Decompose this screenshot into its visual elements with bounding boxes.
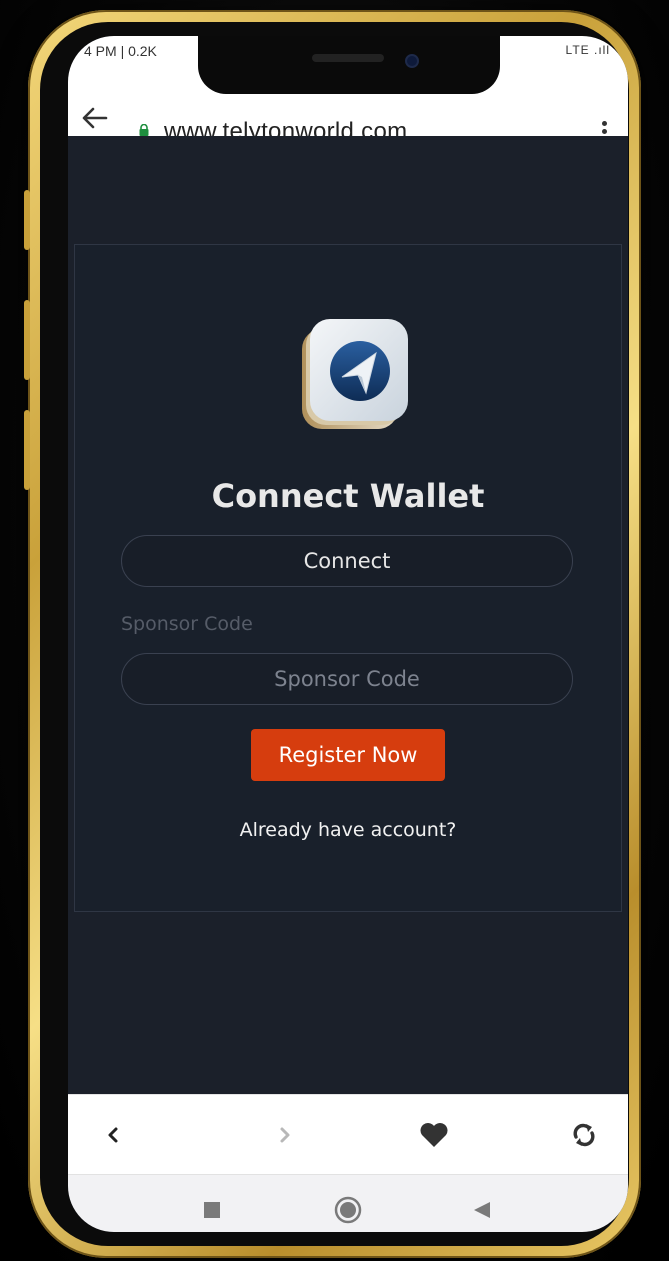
triangle-back-icon[interactable]: [472, 1200, 492, 1220]
notch: [198, 36, 500, 94]
sponsor-code-label: Sponsor Code: [121, 613, 253, 635]
system-navigation-bar: [68, 1174, 628, 1232]
chevron-right-icon[interactable]: [276, 1126, 294, 1144]
volume-up-button: [24, 190, 30, 250]
refresh-icon[interactable]: [570, 1121, 598, 1149]
page-content: Connect Wallet Connect Sponsor Code Regi…: [68, 136, 628, 1094]
app-logo: [302, 319, 408, 429]
chevron-left-icon[interactable]: [104, 1126, 122, 1144]
arrow-left-icon[interactable]: [80, 103, 110, 133]
connect-button[interactable]: Connect: [121, 535, 573, 587]
status-signal-icons: LTE .ıll: [565, 43, 610, 57]
speaker-grille: [312, 54, 384, 62]
volume-down-button: [24, 300, 30, 380]
square-icon[interactable]: [203, 1201, 221, 1219]
front-camera: [405, 54, 419, 68]
lock-icon: [139, 124, 149, 136]
status-time: 4 PM | 0.2K: [84, 43, 157, 59]
side-button: [24, 410, 30, 490]
connect-wallet-card: Connect Wallet Connect Sponsor Code Regi…: [74, 244, 622, 912]
circle-icon[interactable]: [334, 1196, 362, 1224]
sponsor-code-input[interactable]: [121, 653, 573, 705]
phone-screen: 4 PM | 0.2K LTE .ıll www.telytonworld.co…: [68, 36, 628, 1232]
page-title: Connect Wallet: [211, 477, 485, 515]
register-now-button[interactable]: Register Now: [251, 729, 445, 781]
browser-bottom-toolbar: [68, 1094, 628, 1175]
already-have-account-link[interactable]: Already have account?: [75, 819, 621, 841]
heart-icon[interactable]: [419, 1122, 449, 1148]
